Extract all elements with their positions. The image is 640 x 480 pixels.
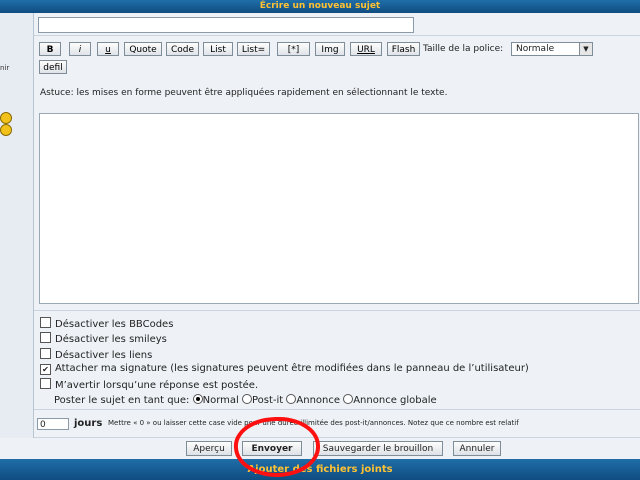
subject-input[interactable] (38, 17, 414, 33)
radio-label: Annonce (296, 395, 341, 406)
post-type-normal[interactable]: Normal (192, 394, 239, 406)
post-type-sticky[interactable]: Post-it (241, 394, 284, 406)
duration-unit: jours (74, 418, 103, 429)
radio[interactable] (241, 394, 252, 404)
underline-button[interactable]: u (97, 42, 119, 56)
font-size-label: Taille de la police: (423, 44, 504, 54)
flash-button[interactable]: Flash (387, 42, 420, 56)
chevron-down-icon[interactable]: ▼ (579, 43, 592, 55)
option-label: Désactiver les smileys (55, 334, 167, 345)
checkbox[interactable] (40, 317, 51, 328)
url-button[interactable]: URL (350, 42, 382, 56)
smiley-icon[interactable] (0, 112, 12, 124)
duration-input[interactable]: 0 (37, 418, 69, 430)
option-disable-bbcode[interactable]: Désactiver les BBCodes (40, 317, 173, 331)
font-size-select[interactable]: Normale ▼ (511, 42, 593, 56)
post-type-group: Poster le sujet en tant que: Normal Post… (54, 394, 437, 407)
option-label: Attacher ma signature (les signatures pe… (55, 363, 529, 374)
option-disable-smileys[interactable]: Désactiver les smileys (40, 332, 167, 346)
option-disable-links[interactable]: Désactiver les liens (40, 348, 152, 362)
subject-row (34, 13, 640, 36)
radio-label: Post-it (251, 395, 284, 406)
cancel-button[interactable]: Annuler (453, 441, 501, 456)
smiley-icon[interactable] (0, 124, 12, 136)
preview-button[interactable]: Aperçu (186, 441, 232, 456)
post-options: Désactiver les BBCodes Désactiver les sm… (34, 311, 640, 410)
action-buttons: Aperçu Envoyer Sauvegarder le brouillon … (0, 438, 640, 459)
radio[interactable] (343, 394, 354, 404)
option-notify-reply[interactable]: M’avertir lorsqu’une réponse est postée. (40, 378, 258, 392)
save-draft-button[interactable]: Sauvegarder le brouillon (313, 441, 443, 456)
message-editor: B i u Quote Code List List= [*] Img URL … (34, 36, 640, 311)
checkmark-icon: ✔ (42, 365, 49, 374)
form-title-bar: Écrire un nouveau sujet (0, 0, 640, 13)
img-button[interactable]: Img (315, 42, 345, 56)
checkbox-checked[interactable]: ✔ (40, 364, 51, 375)
post-type-label: Poster le sujet en tant que: (54, 395, 190, 406)
option-label: M’avertir lorsqu’une réponse est postée. (55, 380, 259, 391)
radio[interactable] (192, 394, 203, 404)
smiley-list (0, 112, 22, 136)
sidebar-label-fragment: nir (0, 64, 10, 72)
attachments-bar[interactable]: Ajouter des fichiers joints (0, 459, 640, 480)
formatting-tip: Astuce: les mises en forme peuvent être … (40, 88, 448, 98)
ordered-list-button[interactable]: List= (237, 42, 270, 56)
radio-label: Normal (202, 395, 239, 406)
checkbox[interactable] (40, 378, 51, 389)
list-button[interactable]: List (203, 42, 233, 56)
defil-button[interactable]: defil (39, 60, 67, 74)
code-button[interactable]: Code (166, 42, 199, 56)
italic-button[interactable]: i (69, 42, 91, 56)
message-textarea[interactable] (39, 113, 639, 304)
list-item-button[interactable]: [*] (277, 42, 310, 56)
left-column: nir (0, 13, 34, 438)
attachments-title: Ajouter des fichiers joints (247, 464, 393, 475)
bold-button[interactable]: B (39, 42, 61, 56)
option-attach-signature[interactable]: ✔ Attacher ma signature (les signatures p… (40, 363, 529, 375)
topic-duration-row: 0 jours Mettre « 0 » ou laisser cette ca… (34, 410, 640, 438)
quote-button[interactable]: Quote (124, 42, 162, 56)
radio-label: Annonce globale (353, 395, 437, 406)
duration-help: Mettre « 0 » ou laisser cette case vide … (108, 419, 519, 427)
font-size-value: Normale (516, 44, 555, 54)
checkbox[interactable] (40, 348, 51, 359)
radio[interactable] (286, 394, 297, 404)
post-type-announce[interactable]: Annonce (286, 394, 341, 406)
option-label: Désactiver les liens (55, 350, 153, 361)
submit-button[interactable]: Envoyer (242, 441, 302, 456)
checkbox[interactable] (40, 332, 51, 343)
option-label: Désactiver les BBCodes (55, 319, 174, 330)
post-type-global[interactable]: Annonce globale (343, 394, 437, 406)
form-title: Écrire un nouveau sujet (259, 1, 381, 11)
